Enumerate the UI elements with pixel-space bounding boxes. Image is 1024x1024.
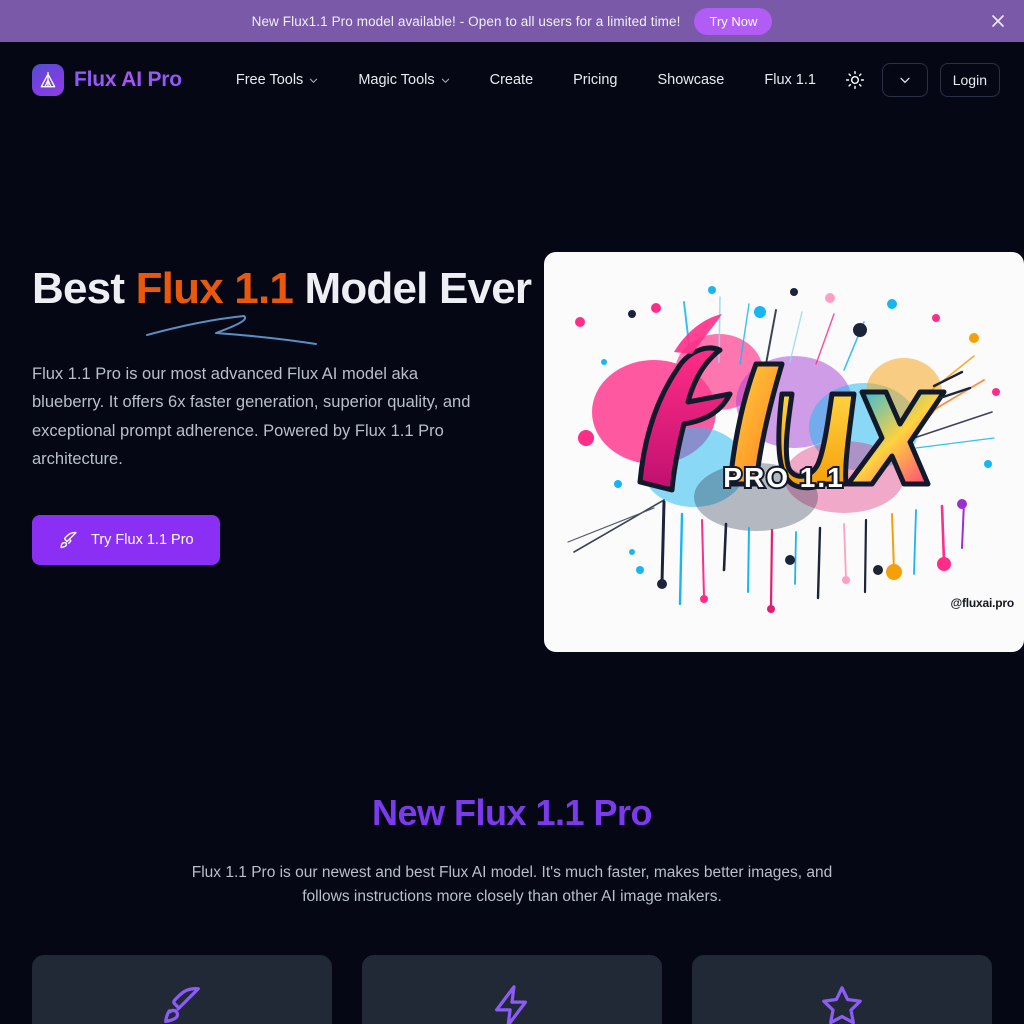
nav-label: Create <box>489 72 534 88</box>
hero-title-accent: Flux 1.1 <box>135 264 294 313</box>
site-header: Flux AI Pro Free Tools Magic Tools Creat… <box>0 42 1024 118</box>
hero-content: Best Flux 1.1 Model Ever Flux 1.1 Pro is… <box>32 252 532 566</box>
hero-section: Best Flux 1.1 Model Ever Flux 1.1 Pro is… <box>0 118 1024 652</box>
lightning-bolt-icon <box>489 983 535 1024</box>
try-flux-pro-label: Try Flux 1.1 Pro <box>91 532 194 549</box>
feature-cards <box>0 955 1024 1024</box>
hero-artwork-container: PRO 1.1 @fluxai.pro <box>544 252 1024 652</box>
chevron-down-icon <box>310 78 318 83</box>
banner-try-now-button[interactable]: Try Now <box>694 7 773 35</box>
nav-item-flux-11[interactable]: Flux 1.1 <box>744 64 836 96</box>
nav-item-pricing[interactable]: Pricing <box>553 64 637 96</box>
header-actions: Login <box>840 63 1000 97</box>
nav-label: Free Tools <box>235 72 304 88</box>
main-navigation: Free Tools Magic Tools Create Pricing Sh… <box>216 64 836 96</box>
artwork-watermark: @fluxai.pro <box>950 596 1014 610</box>
try-flux-pro-button[interactable]: Try Flux 1.1 Pro <box>32 515 220 566</box>
hero-title-part2: Model Ever <box>293 264 532 313</box>
rocket-icon <box>58 530 79 551</box>
hero-description: Flux 1.1 Pro is our most advanced Flux A… <box>32 364 471 469</box>
rocket-icon <box>159 983 205 1024</box>
section-subtitle: Flux 1.1 Pro is our newest and best Flux… <box>191 864 833 906</box>
artwork-subtitle: PRO 1.1 <box>723 462 844 493</box>
feature-card[interactable] <box>692 955 992 1024</box>
nav-item-magic-tools[interactable]: Magic Tools <box>338 64 469 96</box>
underline-swoosh-icon <box>146 315 317 345</box>
feature-card[interactable] <box>32 955 332 1024</box>
nav-label: Magic Tools <box>358 72 435 88</box>
language-dropdown-button[interactable] <box>881 63 928 97</box>
nav-item-showcase[interactable]: Showcase <box>637 64 744 96</box>
page-title: Best Flux 1.1 Model Ever <box>32 264 532 345</box>
features-section: New Flux 1.1 Pro Flux 1.1 Pro is our new… <box>0 792 1024 909</box>
feature-card[interactable] <box>362 955 662 1024</box>
banner-text: New Flux1.1 Pro model available! - Open … <box>251 13 681 29</box>
announcement-banner: New Flux1.1 Pro model available! - Open … <box>0 0 1024 42</box>
brand-name: Flux AI Pro <box>74 68 182 91</box>
nav-label: Showcase <box>657 72 725 88</box>
hero-title-part1: Best <box>32 264 136 313</box>
brand-logo[interactable]: Flux AI Pro <box>32 64 182 96</box>
nav-label: Flux 1.1 <box>764 72 816 88</box>
chevron-down-icon <box>441 78 449 83</box>
section-title: New Flux 1.1 Pro <box>371 792 653 833</box>
chevron-down-icon <box>900 77 910 84</box>
hero-artwork-image: PRO 1.1 @fluxai.pro <box>544 252 1024 652</box>
nav-label: Pricing <box>573 72 618 88</box>
close-icon[interactable] <box>986 9 1010 33</box>
nav-item-create[interactable]: Create <box>470 64 554 96</box>
star-icon <box>819 983 865 1024</box>
tent-logo-icon <box>32 64 64 96</box>
login-button[interactable]: Login <box>939 63 1000 97</box>
sun-icon[interactable] <box>840 65 870 95</box>
nav-item-free-tools[interactable]: Free Tools <box>216 64 338 96</box>
flux-graffiti-art: PRO 1.1 <box>567 286 1000 613</box>
